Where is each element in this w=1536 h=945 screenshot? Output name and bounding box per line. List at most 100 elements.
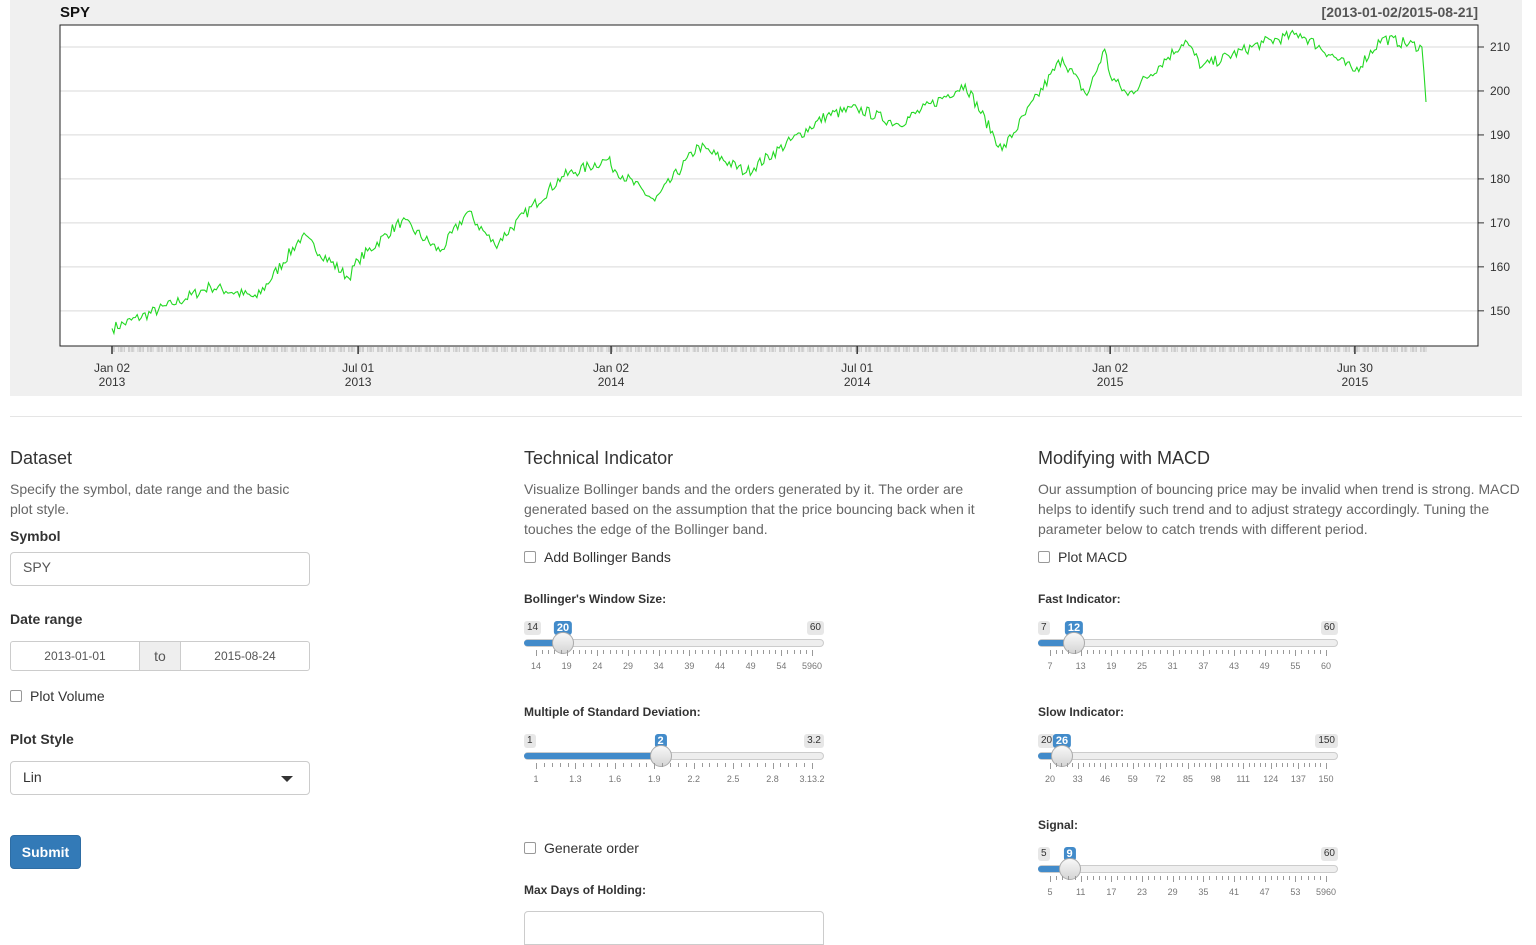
slow-indicator-label: Slow Indicator:	[1038, 705, 1125, 719]
end-date-input[interactable]: 2015-08-24	[180, 641, 310, 671]
slider-tick	[630, 763, 632, 767]
slider-tick-label: 60	[1320, 661, 1332, 671]
max-days-label: Max Days of Holding:	[524, 883, 647, 897]
slider-tick	[1270, 650, 1272, 654]
plot-volume-label: Plot Volume	[30, 688, 105, 704]
slider-tick	[1166, 650, 1168, 654]
slider-tick	[733, 763, 735, 769]
slider-tick	[713, 650, 715, 654]
slider-tick	[685, 763, 687, 767]
slider-tick	[741, 763, 743, 767]
slider-tick	[1062, 876, 1064, 880]
slider-tick	[1254, 763, 1256, 767]
slider-track[interactable]	[1038, 752, 1338, 760]
slider-tick	[1083, 763, 1085, 767]
slider-tick	[1301, 650, 1303, 654]
start-date-input[interactable]: 2013-01-01	[10, 641, 140, 671]
slider-tick	[1062, 650, 1064, 654]
slider-tick-label: 13	[1075, 661, 1086, 671]
slider-tick	[566, 650, 568, 656]
slider-tick	[1264, 650, 1266, 656]
slider-tick	[670, 650, 672, 654]
slider-tick-label: 1.6	[608, 774, 622, 784]
slider-track[interactable]	[1038, 865, 1338, 873]
slider-tick-label: 3.13.2	[799, 774, 825, 784]
slider-tick	[1197, 876, 1199, 880]
slider-tick	[1326, 876, 1327, 882]
plot-style-select[interactable]: Lin	[10, 761, 310, 795]
slider-tick-label: 137	[1290, 774, 1306, 784]
slider-tick	[1226, 763, 1228, 767]
y-tick-label: 170	[1490, 216, 1510, 230]
slider-tick	[1121, 763, 1123, 767]
slider-tick	[1176, 763, 1178, 767]
slider-tick	[654, 763, 656, 769]
y-tick-label: 200	[1490, 84, 1510, 98]
slider-tick-label: 39	[684, 661, 695, 671]
slow-indicator-slider[interactable]: 20 150 26 20 33 46 59 72 85 98 111 124 137 150	[1038, 734, 1338, 794]
slider-tick	[567, 763, 569, 767]
slider-tick	[1110, 763, 1112, 767]
slider-tick	[1171, 763, 1173, 767]
checkbox-icon[interactable]	[1038, 551, 1050, 563]
slider-tick	[662, 763, 664, 767]
window-size-slider[interactable]: 14 60 20 14 19 24 29 34 39 44 49 54 5960	[524, 621, 824, 681]
slider-tick	[1319, 876, 1321, 880]
std-dev-slider[interactable]: 1 3.2 2 1 1.3 1.6 1.9 2.2 2.5 2.8 3.13.2	[524, 734, 825, 794]
slider-tick	[1298, 763, 1300, 769]
slider-tick	[1117, 876, 1119, 880]
plot-macd-label: Plot MACD	[1058, 549, 1128, 565]
checkbox-icon[interactable]	[524, 842, 536, 854]
max-days-input[interactable]	[524, 911, 824, 945]
slider-tick	[1281, 763, 1283, 767]
slider-tick	[1193, 763, 1195, 767]
bollinger-bands-checkbox[interactable]: Add Bollinger Bands	[524, 549, 671, 565]
generate-order-checkbox[interactable]: Generate order	[524, 840, 639, 856]
slider-tick	[1184, 650, 1186, 654]
checkbox-icon[interactable]	[10, 690, 22, 702]
slider-tick	[583, 763, 585, 767]
slider-tick	[1221, 650, 1223, 654]
slider-tick	[575, 763, 577, 769]
slider-tick	[1056, 650, 1058, 654]
slider-tick	[775, 650, 777, 654]
x-tick-label: 2013	[99, 375, 126, 389]
slider-tick	[1232, 763, 1234, 767]
slider-tick-label: 43	[1228, 661, 1240, 671]
x-tick-label: Jan 02	[1092, 361, 1128, 375]
slider-tick	[780, 763, 782, 767]
slider-min-label: 7	[1038, 621, 1050, 635]
slider-tick	[1276, 763, 1278, 767]
slider-tick	[572, 650, 574, 654]
slider-tick	[1258, 650, 1260, 654]
slider-tick-label: 34	[653, 661, 664, 671]
slider-tick	[560, 650, 562, 654]
slider-tick	[1074, 876, 1076, 880]
slider-tick	[614, 763, 616, 769]
slider-tick	[1258, 876, 1260, 880]
slider-max-label: 150	[1315, 734, 1338, 748]
slider-tick-label: 14	[530, 661, 542, 671]
slider-tick	[1099, 650, 1101, 654]
slider-tick	[1215, 876, 1217, 880]
slider-tick	[652, 650, 654, 654]
submit-button[interactable]: Submit	[10, 835, 81, 869]
slider-tick	[1099, 763, 1101, 767]
x-tick-label: Jan 02	[94, 361, 130, 375]
slider-tick	[781, 650, 783, 656]
checkbox-icon[interactable]	[524, 551, 536, 563]
symbol-input[interactable]: SPY	[10, 552, 310, 586]
slider-tick	[1050, 650, 1051, 656]
signal-slider[interactable]: 5 60 9 5 11 17 23 29 35 41 47 53 5960	[1038, 847, 1338, 907]
plot-volume-checkbox[interactable]: Plot Volume	[10, 688, 105, 704]
slider-ticks	[1038, 763, 1338, 773]
slider-min-label: 1	[524, 734, 536, 748]
slider-tick	[1289, 650, 1291, 654]
fast-indicator-slider[interactable]: 7 60 12 7 13 19 25 31 37 43 49 55 60	[1038, 621, 1338, 681]
slider-tick-label: 25	[1136, 661, 1148, 671]
plot-macd-checkbox[interactable]: Plot MACD	[1038, 549, 1127, 565]
slider-tick	[1132, 763, 1134, 769]
slider-tick	[1160, 876, 1162, 880]
slider-tick	[1105, 876, 1107, 880]
slider-tick	[701, 650, 703, 654]
